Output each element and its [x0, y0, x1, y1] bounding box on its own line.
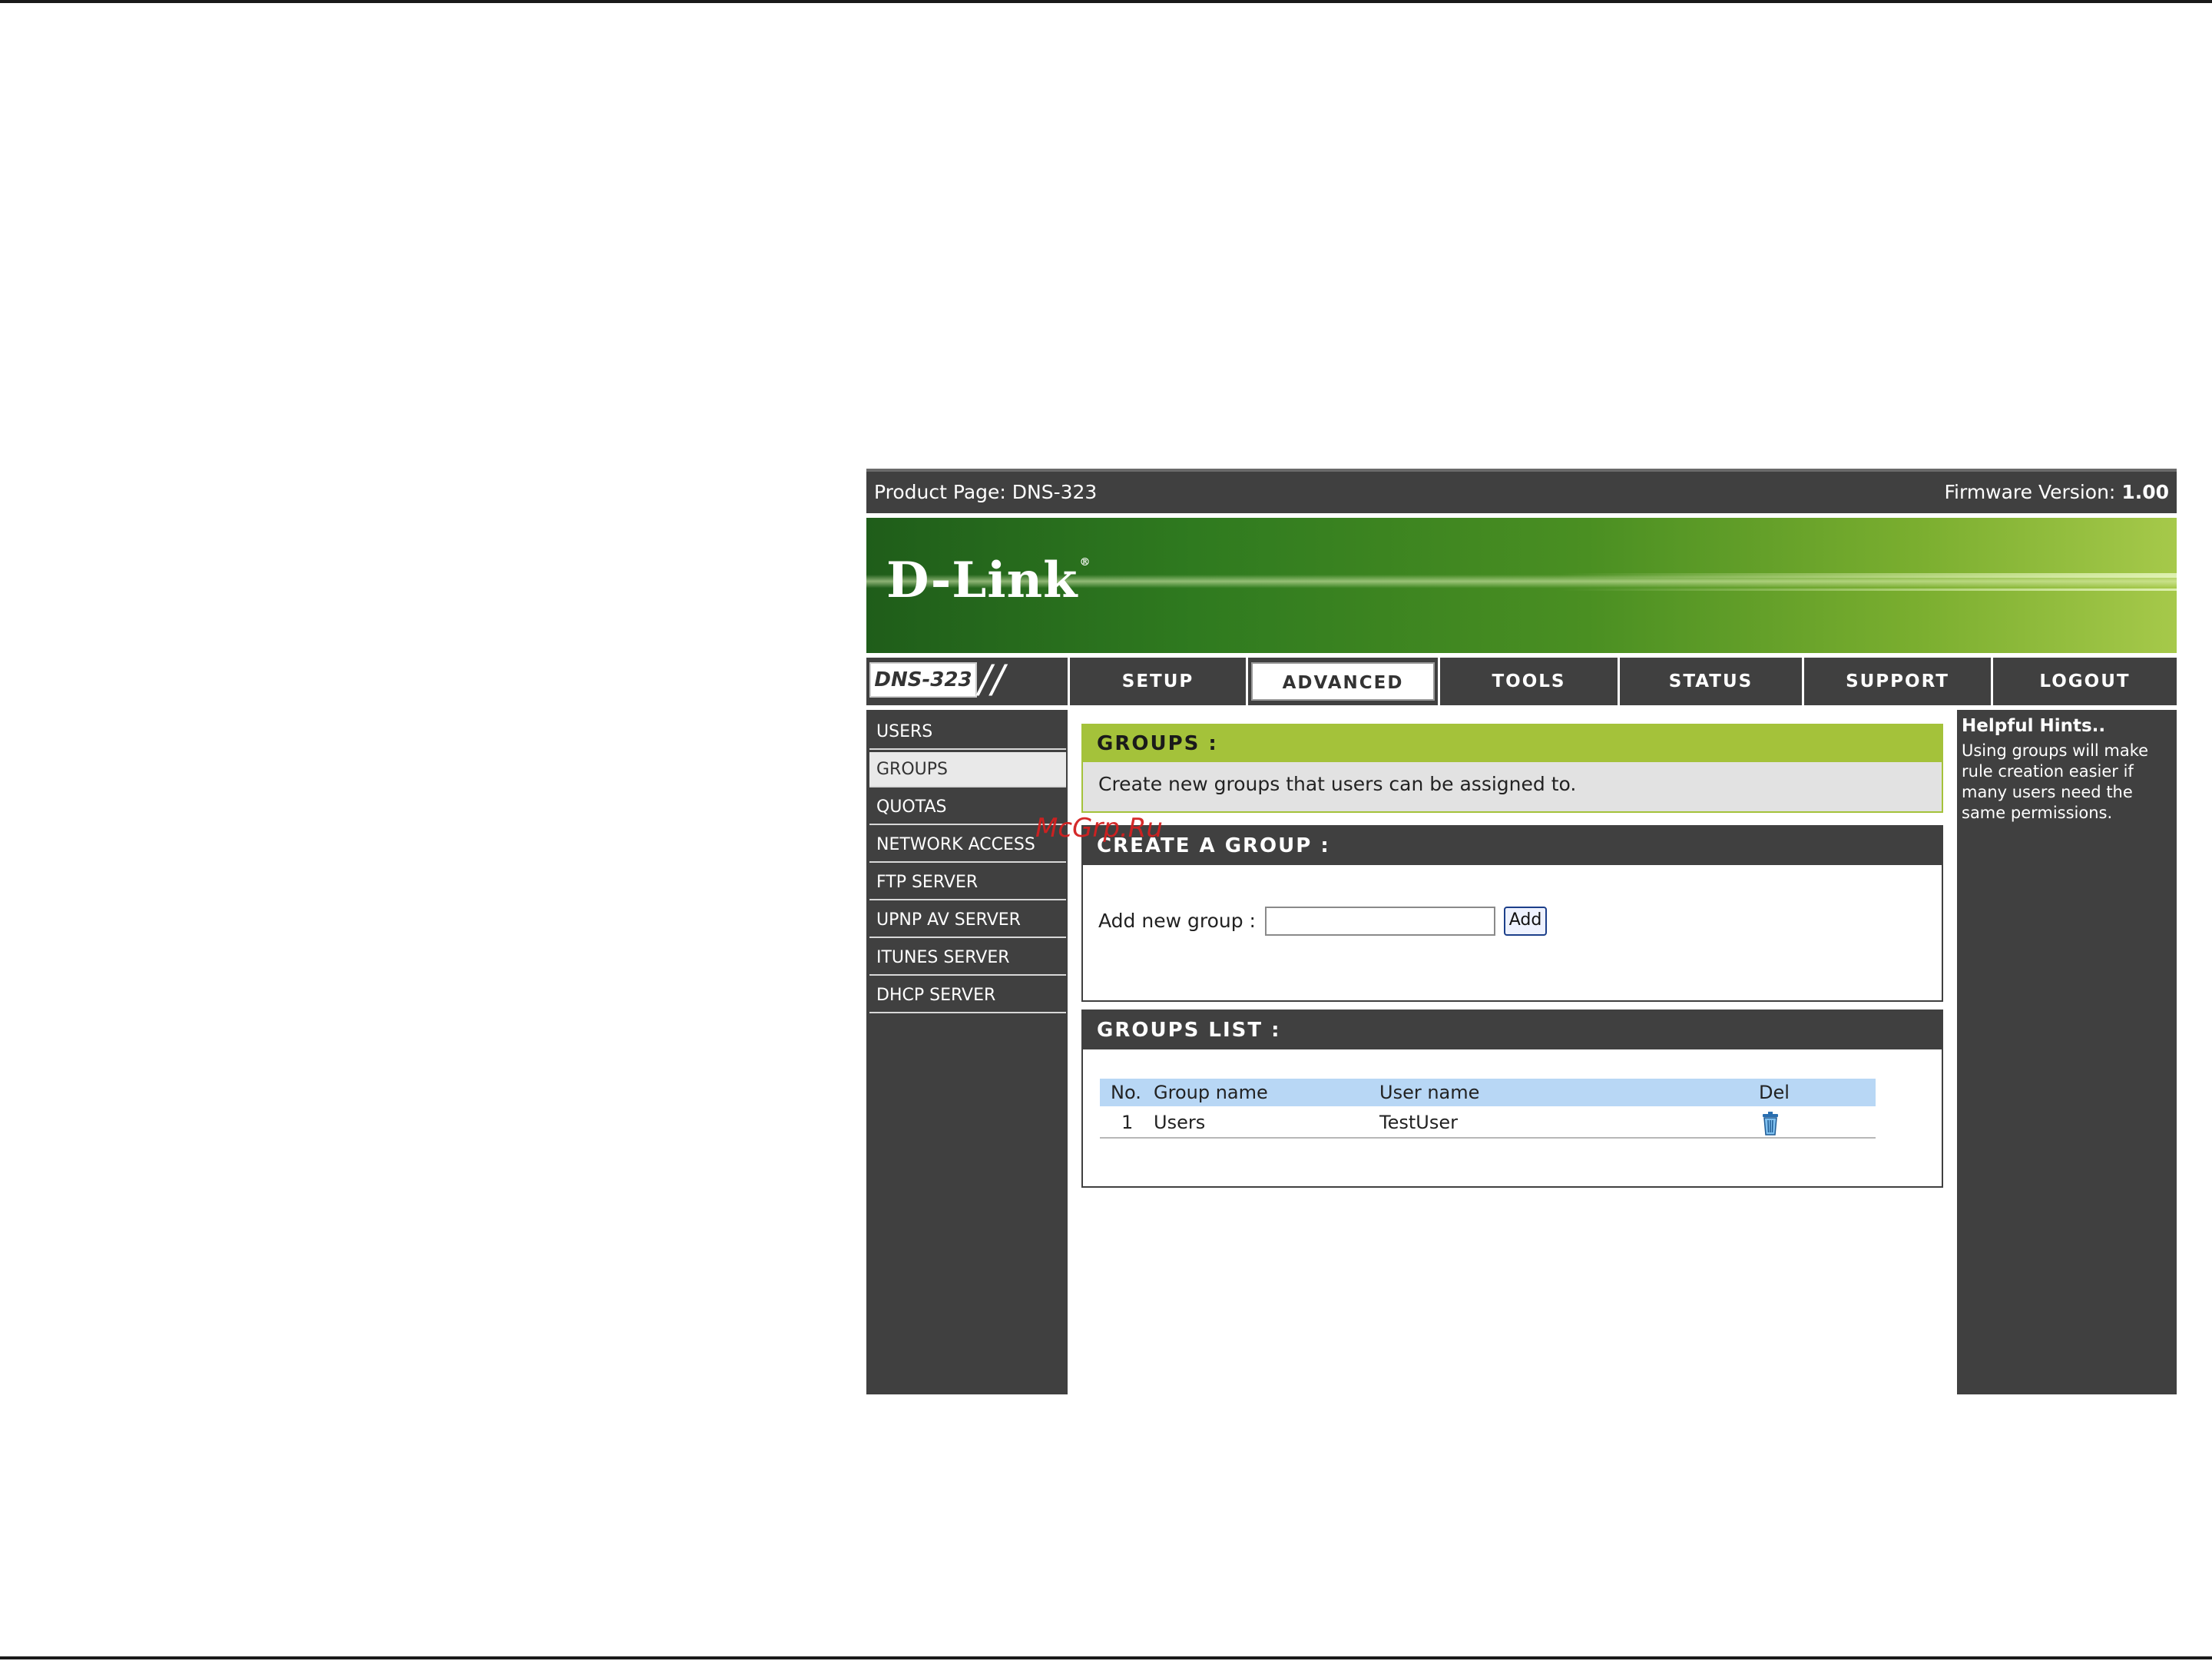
add-group-input[interactable]	[1265, 907, 1495, 936]
helpful-hints-panel: Helpful Hints.. Using groups will make r…	[1957, 710, 2177, 1394]
logo-text: D-Link	[886, 552, 1078, 609]
col-del: Del	[1759, 1082, 1790, 1103]
product-page-label: Product Page: DNS-323	[874, 481, 1098, 503]
tab-label: SUPPORT	[1846, 671, 1949, 691]
sidebar-item-upnp-av-server[interactable]: UPNP AV SERVER	[869, 903, 1066, 938]
registered-mark: ®	[1079, 556, 1091, 569]
add-group-label: Add new group :	[1098, 910, 1256, 932]
row-user-name: TestUser	[1379, 1112, 1458, 1133]
tab-label: LOGOUT	[2039, 671, 2131, 691]
hints-text: Using groups will make rule creation eas…	[1962, 741, 2149, 822]
groups-table-header: No. Group name User name Del	[1100, 1079, 1876, 1106]
tab-advanced[interactable]: ADVANCED	[1246, 658, 1438, 705]
tab-logout[interactable]: LOGOUT	[1991, 658, 2177, 705]
firmware-value: 1.00	[2121, 481, 2169, 503]
section-description: Create new groups that users can be assi…	[1098, 773, 1577, 795]
hints-title: Helpful Hints..	[1962, 716, 2106, 736]
tab-label: TOOLS	[1492, 671, 1566, 691]
bottom-rule	[0, 1656, 2212, 1659]
sidebar-item-itunes-server[interactable]: ITUNES SERVER	[869, 940, 1066, 976]
banner-streak	[1558, 573, 2177, 578]
add-group-button[interactable]: Add	[1504, 907, 1547, 936]
dlink-logo: D-Link ®	[886, 552, 1091, 609]
model-badge: DNS-323	[869, 662, 977, 698]
section-title: GROUPS :	[1083, 725, 1942, 762]
row-group-name: Users	[1154, 1112, 1206, 1133]
col-user-name: User name	[1379, 1082, 1480, 1103]
watermark: McGrp.Ru	[1035, 813, 1163, 844]
tab-support[interactable]: SUPPORT	[1802, 658, 1991, 705]
col-group-name: Group name	[1154, 1082, 1268, 1103]
tab-label: STATUS	[1668, 671, 1753, 691]
groups-list-section: GROUPS LIST : No. Group name User name D…	[1081, 1010, 1943, 1188]
section-title: CREATE A GROUP :	[1083, 827, 1942, 865]
trash-icon[interactable]	[1759, 1111, 1782, 1136]
tab-status[interactable]: STATUS	[1618, 658, 1802, 705]
groups-intro-section: GROUPS : Create new groups that users ca…	[1081, 724, 1943, 813]
create-group-section: CREATE A GROUP : Add new group : Add	[1081, 825, 1943, 1002]
brand-banner: D-Link ®	[866, 518, 2177, 653]
top-rule	[0, 0, 2212, 3]
firmware-label: Firmware Version:	[1944, 481, 2116, 503]
section-title: GROUPS LIST :	[1083, 1011, 1942, 1049]
top-bar: Product Page: DNS-323 Firmware Version: …	[866, 469, 2177, 513]
sidebar-item-groups[interactable]: GROUPS	[869, 752, 1066, 787]
model-badge-area: DNS-323 //	[866, 658, 1068, 705]
tab-label: ADVANCED	[1251, 662, 1435, 701]
col-no: No.	[1111, 1082, 1141, 1103]
main-content: GROUPS : Create new groups that users ca…	[1074, 710, 2049, 1394]
banner-streak	[1558, 588, 2177, 591]
table-row: 1 Users TestUser	[1100, 1108, 1876, 1139]
sidebar-item-ftp-server[interactable]: FTP SERVER	[869, 865, 1066, 900]
router-admin-screenshot: Product Page: DNS-323 Firmware Version: …	[866, 469, 2177, 1394]
firmware-version: Firmware Version: 1.00	[1944, 472, 2169, 513]
main-nav: DNS-323 // SETUP ADVANCED TOOLS STATUS S…	[866, 658, 2177, 705]
tab-label: SETUP	[1121, 671, 1194, 691]
sidebar-item-users[interactable]: USERS	[869, 714, 1066, 750]
tab-setup[interactable]: SETUP	[1068, 658, 1246, 705]
tab-tools[interactable]: TOOLS	[1438, 658, 1618, 705]
model-slashes: //	[979, 657, 1005, 701]
sidebar-item-dhcp-server[interactable]: DHCP SERVER	[869, 978, 1066, 1013]
row-no: 1	[1121, 1112, 1134, 1133]
